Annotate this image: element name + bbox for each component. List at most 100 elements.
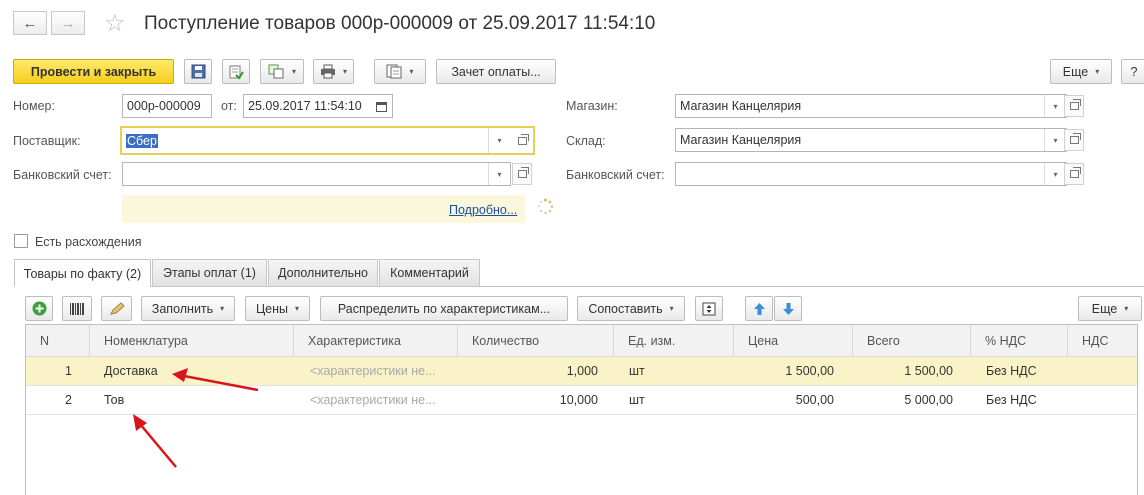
row-vat-rate[interactable]: Без НДС — [986, 386, 1037, 415]
row-quantity[interactable]: 10,000 — [458, 386, 598, 415]
col-vat[interactable]: НДС — [1068, 325, 1139, 357]
tab-additional-label: Дополнительно — [278, 266, 368, 280]
more-actions-button[interactable]: Еще ▾ — [1050, 59, 1112, 84]
create-based-on-button[interactable]: ▾ — [260, 59, 304, 84]
tab-additional[interactable]: Дополнительно — [268, 259, 378, 286]
row-number: 2 — [65, 393, 72, 407]
calendar-icon[interactable] — [370, 95, 392, 117]
favorite-star-icon[interactable]: ☆ — [104, 9, 126, 38]
row-characteristic[interactable]: <характеристики не... — [310, 357, 436, 386]
active-tab-gap — [15, 285, 150, 287]
prices-button[interactable]: Цены ▾ — [245, 296, 310, 321]
post-and-close-button[interactable]: Провести и закрыть — [13, 59, 174, 84]
row-characteristic[interactable]: <характеристики не... — [310, 386, 436, 415]
save-icon — [191, 64, 205, 79]
tab-comment-label: Комментарий — [390, 266, 469, 280]
number-label: Номер: — [13, 99, 55, 113]
pencil-icon — [109, 301, 125, 315]
table-more-button[interactable]: Еще ▾ — [1078, 296, 1142, 321]
fill-button[interactable]: Заполнить ▾ — [141, 296, 235, 321]
save-button[interactable] — [184, 59, 212, 84]
warehouse-open-icon[interactable] — [1064, 129, 1084, 151]
compare-button[interactable]: Сопоставить ▾ — [577, 296, 685, 321]
create-based-icon — [268, 64, 284, 79]
col-quantity[interactable]: Количество — [458, 325, 614, 357]
shop-dropdown-icon[interactable]: ▾ — [1044, 95, 1066, 117]
bank-account-2-field[interactable]: ▾ — [675, 162, 1067, 186]
resize-rows-button[interactable] — [695, 296, 723, 321]
add-row-button[interactable] — [25, 296, 53, 321]
add-icon — [32, 301, 46, 316]
shop-open-icon[interactable] — [1064, 95, 1084, 117]
distribute-by-characteristics-button[interactable]: Распределить по характеристикам... — [320, 296, 568, 321]
bank-dropdown-icon[interactable]: ▾ — [488, 163, 510, 185]
fill-label: Заполнить — [151, 301, 214, 316]
shop-value: Магазин Канцелярия — [680, 99, 802, 113]
row-unit[interactable]: шт — [629, 357, 645, 386]
row-vat-rate[interactable]: Без НДС — [986, 357, 1037, 386]
post-and-close-label: Провести и закрыть — [30, 64, 157, 79]
print-button[interactable]: ▾ — [313, 59, 354, 84]
warehouse-field[interactable]: Магазин Канцелярия ▾ — [675, 128, 1067, 152]
shop-field[interactable]: Магазин Канцелярия ▾ — [675, 94, 1067, 118]
post-document-icon — [229, 65, 244, 80]
row-price[interactable]: 500,00 — [734, 386, 834, 415]
help-button[interactable]: ? — [1121, 59, 1144, 84]
col-vat-rate[interactable]: % НДС — [971, 325, 1068, 357]
tab-comment[interactable]: Комментарий — [379, 259, 480, 286]
date-value: 25.09.2017 11:54:10 — [248, 99, 362, 113]
bank2-dropdown-icon[interactable]: ▾ — [1044, 163, 1066, 185]
printer-icon — [320, 64, 335, 79]
col-total[interactable]: Всего — [853, 325, 971, 357]
arrow-right-icon: → — [60, 14, 76, 32]
post-button[interactable] — [222, 59, 250, 84]
table-header: N Номенклатура Характеристика Количество… — [26, 325, 1137, 357]
discrepancy-checkbox[interactable] — [14, 234, 28, 248]
row-price[interactable]: 1 500,00 — [734, 357, 834, 386]
number-field[interactable]: 000р-000009 — [122, 94, 212, 118]
col-characteristic[interactable]: Характеристика — [294, 325, 458, 357]
supplier-label: Поставщик: — [13, 134, 81, 148]
reports-button[interactable]: ▾ — [374, 59, 426, 84]
goods-table[interactable]: N Номенклатура Характеристика Количество… — [25, 324, 1138, 495]
distribute-label: Распределить по характеристикам... — [337, 301, 551, 316]
table-row[interactable]: 2 Тов <характеристики не... 10,000 шт 50… — [26, 386, 1137, 415]
tab-payment-stages[interactable]: Этапы оплат (1) — [152, 259, 267, 286]
pick-goods-button[interactable] — [101, 296, 132, 321]
barcode-button[interactable] — [62, 296, 92, 321]
supplier-dropdown-icon[interactable]: ▾ — [488, 128, 510, 153]
forward-button[interactable]: → — [51, 11, 85, 35]
shop-label: Магазин: — [566, 99, 618, 113]
col-price[interactable]: Цена — [734, 325, 853, 357]
move-down-button[interactable] — [774, 296, 802, 321]
supplier-open-icon[interactable] — [512, 130, 532, 152]
details-link[interactable]: Подробно... — [449, 203, 517, 217]
back-button[interactable]: ← — [13, 11, 47, 35]
row-total[interactable]: 1 500,00 — [853, 357, 953, 386]
bank2-open-icon[interactable] — [1064, 163, 1084, 185]
date-field[interactable]: 25.09.2017 11:54:10 — [243, 94, 393, 118]
row-unit[interactable]: шт — [629, 386, 645, 415]
bank-account-field[interactable]: ▾ — [122, 162, 511, 186]
row-total[interactable]: 5 000,00 — [853, 386, 953, 415]
supplier-field[interactable]: Сбер ▾ — [120, 126, 535, 155]
tab-payment-stages-label: Этапы оплат (1) — [163, 266, 256, 280]
tab-goods-label: Товары по факту (2) — [23, 266, 142, 281]
arrow-up-icon — [753, 302, 765, 315]
payment-offset-button[interactable]: Зачет оплаты... — [436, 59, 556, 84]
reports-icon — [386, 64, 402, 79]
row-quantity[interactable]: 1,000 — [458, 357, 598, 386]
col-n[interactable]: N — [26, 325, 90, 357]
supplier-value: Сбер — [126, 133, 158, 148]
tab-goods[interactable]: Товары по факту (2) — [14, 259, 151, 287]
warehouse-value: Магазин Канцелярия — [680, 133, 802, 147]
row-item[interactable]: Доставка — [104, 357, 158, 386]
bank-open-icon[interactable] — [512, 163, 532, 185]
move-up-button[interactable] — [745, 296, 773, 321]
compare-label: Сопоставить — [588, 301, 663, 316]
col-item[interactable]: Номенклатура — [90, 325, 294, 357]
col-unit[interactable]: Ед. изм. — [614, 325, 734, 357]
table-row[interactable]: 1 Доставка <характеристики не... 1,000 ш… — [26, 357, 1137, 386]
warehouse-dropdown-icon[interactable]: ▾ — [1044, 129, 1066, 151]
row-item[interactable]: Тов — [104, 386, 124, 415]
